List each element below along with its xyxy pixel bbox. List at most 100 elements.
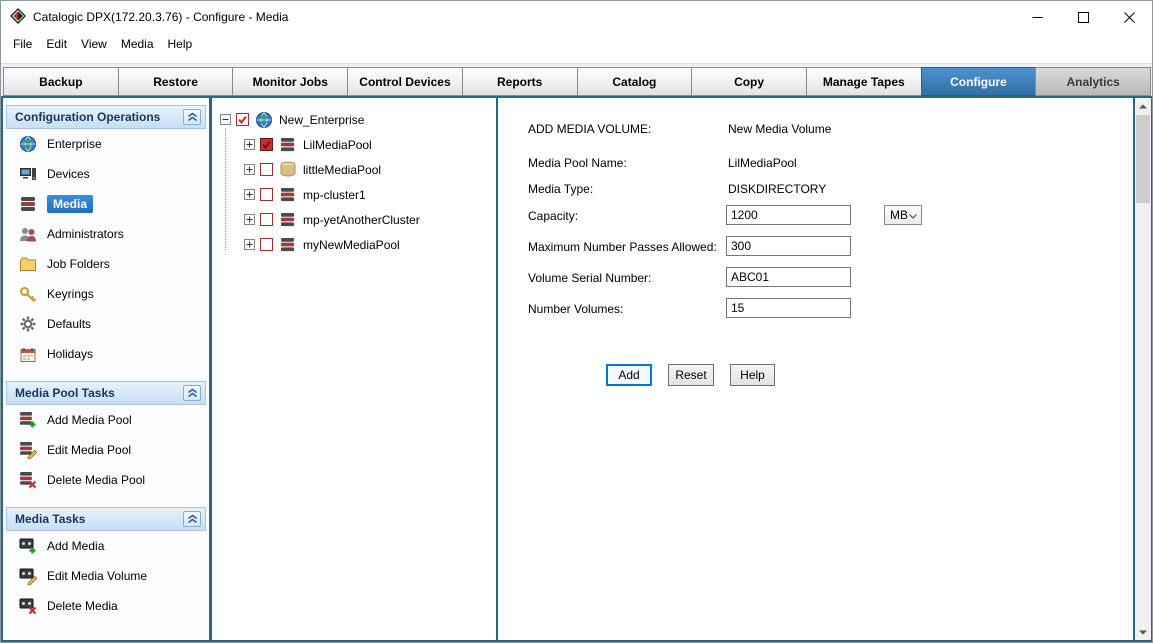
scrollbar-thumb[interactable] (1136, 115, 1150, 203)
sidebar-item-delete-media-pool[interactable]: Delete Media Pool (6, 465, 206, 495)
sidebar-item-holidays[interactable]: Holidays (6, 339, 206, 369)
menubar: File Edit View Media Help (1, 33, 1152, 55)
tree-item-checkbox[interactable] (260, 163, 273, 176)
sidebar-item-delete-media[interactable]: Delete Media (6, 591, 206, 621)
tab-monitor-jobs[interactable]: Monitor Jobs (232, 67, 348, 96)
sidebar-item-label: Holidays (47, 347, 93, 361)
sidebar-item-label: Delete Media (47, 599, 118, 613)
vertical-scrollbar[interactable] (1135, 98, 1151, 640)
collapse-section-button[interactable] (183, 109, 201, 125)
tree-item-mp-yetanothercluster[interactable]: mp-yetAnotherCluster (220, 207, 496, 232)
sidebar-item-job-folders[interactable]: Job Folders (6, 249, 206, 279)
tab-backup[interactable]: Backup (3, 67, 119, 96)
menu-media[interactable]: Media (114, 34, 161, 54)
tree-item-mynewmediapool[interactable]: myNewMediaPool (220, 232, 496, 257)
tree-item-checkbox[interactable] (260, 138, 273, 151)
tree-item-mp-cluster1[interactable]: mp-cluster1 (220, 182, 496, 207)
folder-icon (18, 256, 38, 272)
tree-expand-toggle[interactable] (244, 164, 255, 175)
scrollbar-down-button[interactable] (1135, 624, 1151, 640)
tab-copy[interactable]: Copy (691, 67, 807, 96)
administrators-icon (18, 226, 38, 242)
sidebar-item-edit-media-pool[interactable]: Edit Media Pool (6, 435, 206, 465)
scrollbar-up-button[interactable] (1135, 98, 1151, 114)
tree-root-checkbox[interactable] (236, 113, 249, 126)
menu-view[interactable]: View (74, 34, 114, 54)
sidebar-item-label: Edit Media Volume (47, 569, 147, 583)
menu-help[interactable]: Help (161, 34, 200, 54)
sidebar-item-label: Keyrings (47, 287, 94, 301)
sidebar-item-keyrings[interactable]: Keyrings (6, 279, 206, 309)
media-pool-icon (278, 237, 298, 253)
sidebar-item-label: Edit Media Pool (47, 443, 131, 457)
help-button[interactable]: Help (730, 364, 775, 386)
sidebar-item-devices[interactable]: Devices (6, 159, 206, 189)
tree-item-label: myNewMediaPool (303, 238, 400, 252)
media-pool-icon (278, 212, 298, 228)
tab-restore[interactable]: Restore (118, 67, 234, 96)
add-button[interactable]: Add (606, 364, 652, 386)
chevron-down-icon (909, 208, 917, 222)
collapse-section-button[interactable] (183, 385, 201, 401)
media-type-label: Media Type: (528, 182, 593, 196)
menu-file[interactable]: File (6, 34, 39, 54)
section-title: Media Pool Tasks (15, 386, 115, 400)
tree-item-label: LilMediaPool (303, 138, 372, 152)
media-pool-name-label: Media Pool Name: (528, 156, 627, 170)
sidebar-item-label: Job Folders (47, 257, 110, 271)
media-pool-name-value: LilMediaPool (728, 156, 797, 170)
tree-item-checkbox[interactable] (260, 238, 273, 251)
maximize-button[interactable] (1060, 1, 1106, 33)
tree-expand-toggle[interactable] (244, 239, 255, 250)
devices-icon (18, 166, 38, 182)
tab-manage-tapes[interactable]: Manage Tapes (806, 67, 922, 96)
capacity-unit-select[interactable]: MB (884, 205, 922, 225)
menu-edit[interactable]: Edit (39, 34, 74, 54)
tree-expand-toggle[interactable] (244, 139, 255, 150)
section-header-media-tasks: Media Tasks (6, 507, 206, 531)
sidebar-item-add-media-pool[interactable]: Add Media Pool (6, 405, 206, 435)
sidebar-item-label: Delete Media Pool (47, 473, 145, 487)
tree-expand-toggle[interactable] (244, 189, 255, 200)
sidebar-item-enterprise[interactable]: Enterprise (6, 129, 206, 159)
media-icon (18, 196, 38, 213)
number-volumes-input[interactable] (726, 298, 851, 318)
sidebar-item-defaults[interactable]: Defaults (6, 309, 206, 339)
tree-root-row[interactable]: New_Enterprise (220, 107, 496, 132)
tab-control-devices[interactable]: Control Devices (347, 67, 463, 96)
tab-reports[interactable]: Reports (462, 67, 578, 96)
minimize-button[interactable] (1014, 1, 1060, 33)
collapse-section-button[interactable] (183, 511, 201, 527)
sidebar-item-add-media[interactable]: Add Media (6, 531, 206, 561)
capacity-input[interactable] (726, 205, 851, 225)
tab-catalog[interactable]: Catalog (577, 67, 693, 96)
tab-configure[interactable]: Configure (921, 67, 1037, 96)
tab-analytics[interactable]: Analytics (1035, 67, 1151, 96)
sidebar-item-administrators[interactable]: Administrators (6, 219, 206, 249)
tree-collapse-toggle[interactable] (220, 114, 231, 125)
app-window: Catalogic DPX(172.20.3.76) - Configure -… (0, 0, 1153, 643)
arrow-up-icon (1139, 104, 1147, 109)
keyring-icon (18, 286, 38, 303)
max-passes-label: Maximum Number Passes Allowed: (528, 240, 717, 254)
tree-item-lilmediapool[interactable]: LilMediaPool (220, 132, 496, 157)
max-passes-input[interactable] (726, 236, 851, 256)
tree-item-label: littleMediaPool (303, 163, 381, 177)
tree-item-checkbox[interactable] (260, 188, 273, 201)
main-area: Configuration Operations Enterprise Devi… (1, 96, 1152, 642)
sidebar-item-edit-media-volume[interactable]: Edit Media Volume (6, 561, 206, 591)
tree-item-littlemediapool[interactable]: littleMediaPool (220, 157, 496, 182)
close-button[interactable] (1106, 1, 1152, 33)
tree-expand-toggle[interactable] (244, 214, 255, 225)
sidebar-item-media[interactable]: Media (6, 189, 206, 219)
serial-number-input[interactable] (726, 267, 851, 287)
tree-item-checkbox[interactable] (260, 213, 273, 226)
section-header-media-pool-tasks: Media Pool Tasks (6, 381, 206, 405)
arrow-down-icon (1139, 630, 1147, 635)
chevrons-up-icon (187, 514, 198, 524)
calendar-icon (18, 346, 38, 363)
tree-item-label: mp-yetAnotherCluster (303, 213, 420, 227)
disk-directory-icon (278, 161, 298, 178)
reset-button[interactable]: Reset (668, 364, 714, 386)
sidebar-item-label: Enterprise (47, 137, 102, 151)
